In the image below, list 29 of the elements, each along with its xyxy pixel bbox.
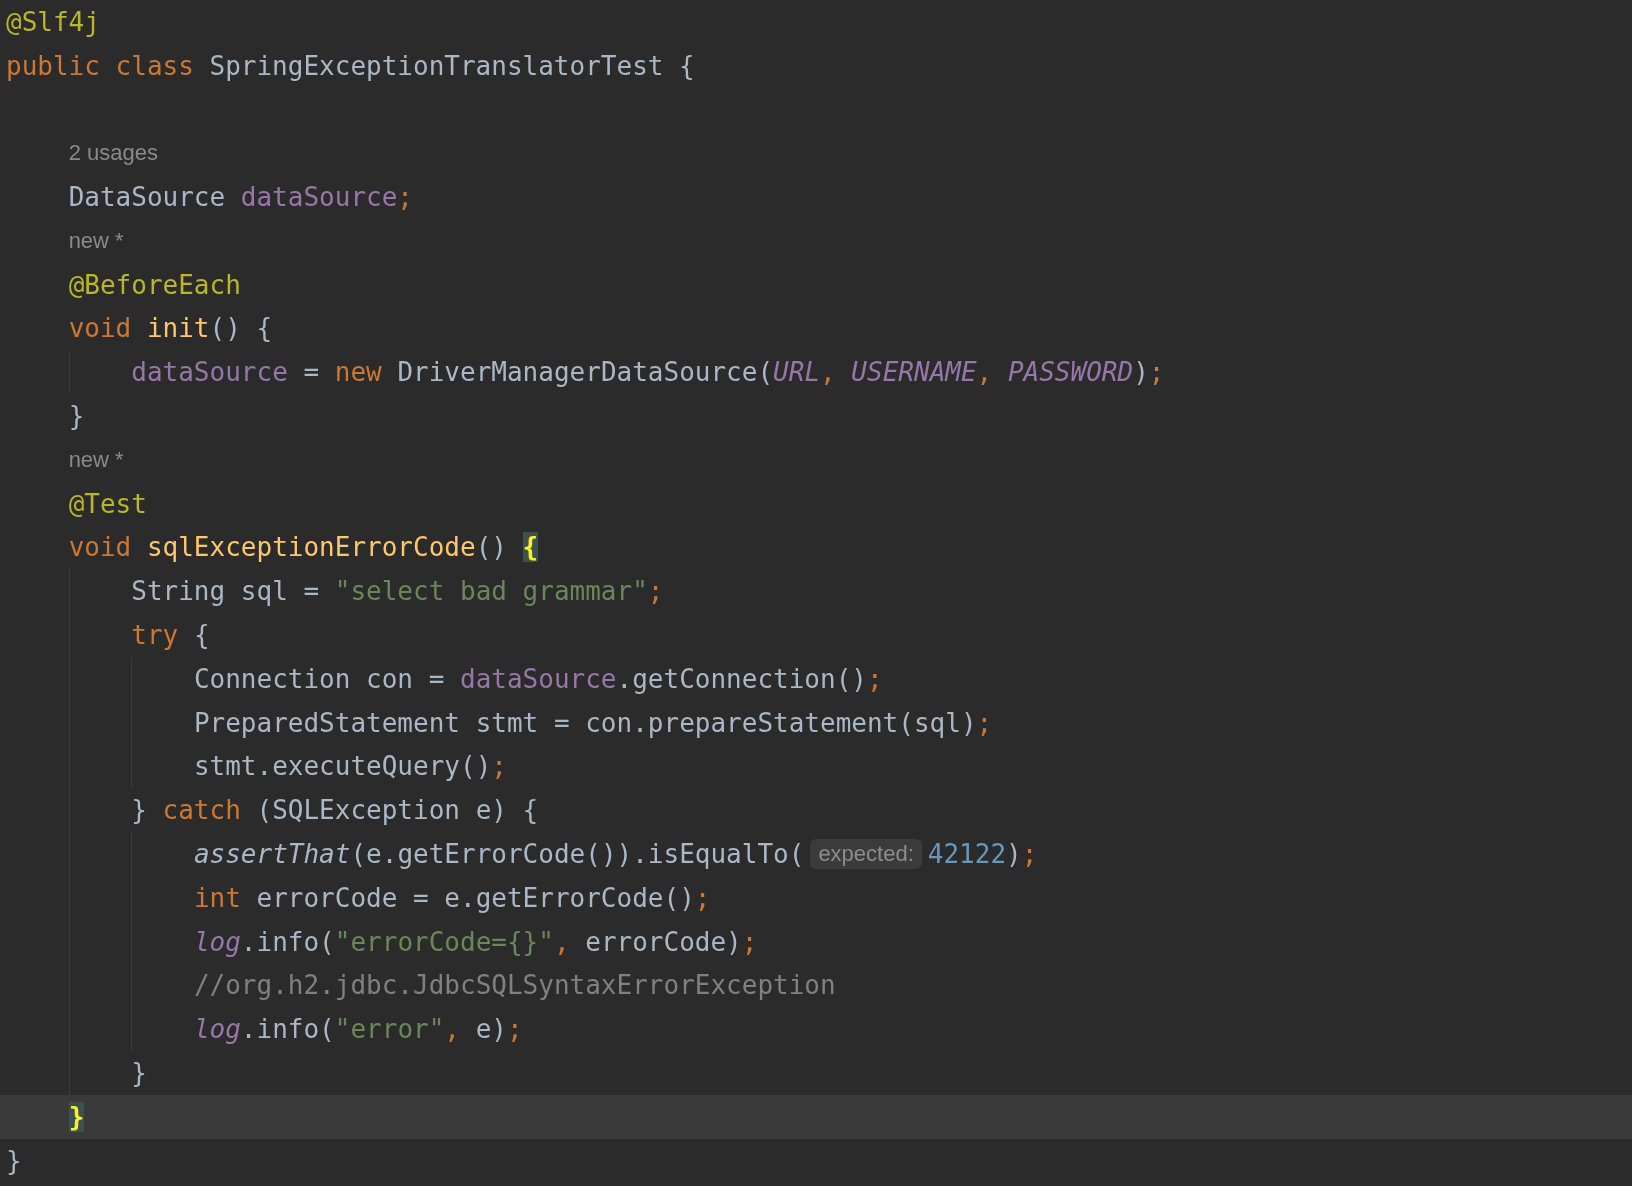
code-text: String sql = "select bad grammar"; (131, 576, 664, 607)
code-text: PreparedStatement stmt = con.prepareStatement(sql); (193, 707, 993, 738)
code-text: @Test (68, 488, 147, 519)
inlay-hint: expected: (810, 839, 922, 870)
code-text: Connection con = dataSource.getConnection(); (193, 663, 883, 694)
code-text: @Slf4j (6, 6, 100, 37)
code-text: 42122); (927, 839, 1038, 870)
code-text: } (68, 401, 85, 432)
code-text: dataSource = new DriverManagerDataSource(URL, USERNAME, PASSWORD); (131, 357, 1165, 388)
matched-brace: } (68, 1101, 85, 1132)
usage-hint[interactable]: new * (68, 446, 124, 473)
code-text: void init() { (68, 313, 273, 344)
code-text: public class SpringExceptionTranslatorTest { (6, 50, 695, 81)
code-text: @BeforeEach (68, 269, 241, 300)
code-text: } (131, 1058, 147, 1088)
code-text: try { (131, 620, 210, 651)
code-text: stmt.executeQuery(); (193, 751, 507, 782)
matched-brace: { (522, 532, 539, 563)
usage-hint[interactable]: new * (68, 227, 124, 254)
code-text: log.info("error", e); (193, 1014, 523, 1045)
code-text: //org.h2.jdbc.JdbcSQLSyntaxErrorException (193, 970, 836, 1001)
code-text: void sqlExceptionErrorCode() (68, 532, 508, 563)
code-text: assertThat(e.getErrorCode()).isEqualTo( (193, 839, 805, 870)
code-text: } (6, 1145, 22, 1176)
usage-hint[interactable]: 2 usages (68, 140, 158, 167)
code-text: int errorCode = e.getErrorCode(); (193, 882, 711, 913)
code-text: } catch (SQLException e) { (131, 795, 539, 826)
code-text: log.info("errorCode={}", errorCode); (193, 926, 758, 957)
code-text: DataSource dataSource; (68, 182, 413, 213)
